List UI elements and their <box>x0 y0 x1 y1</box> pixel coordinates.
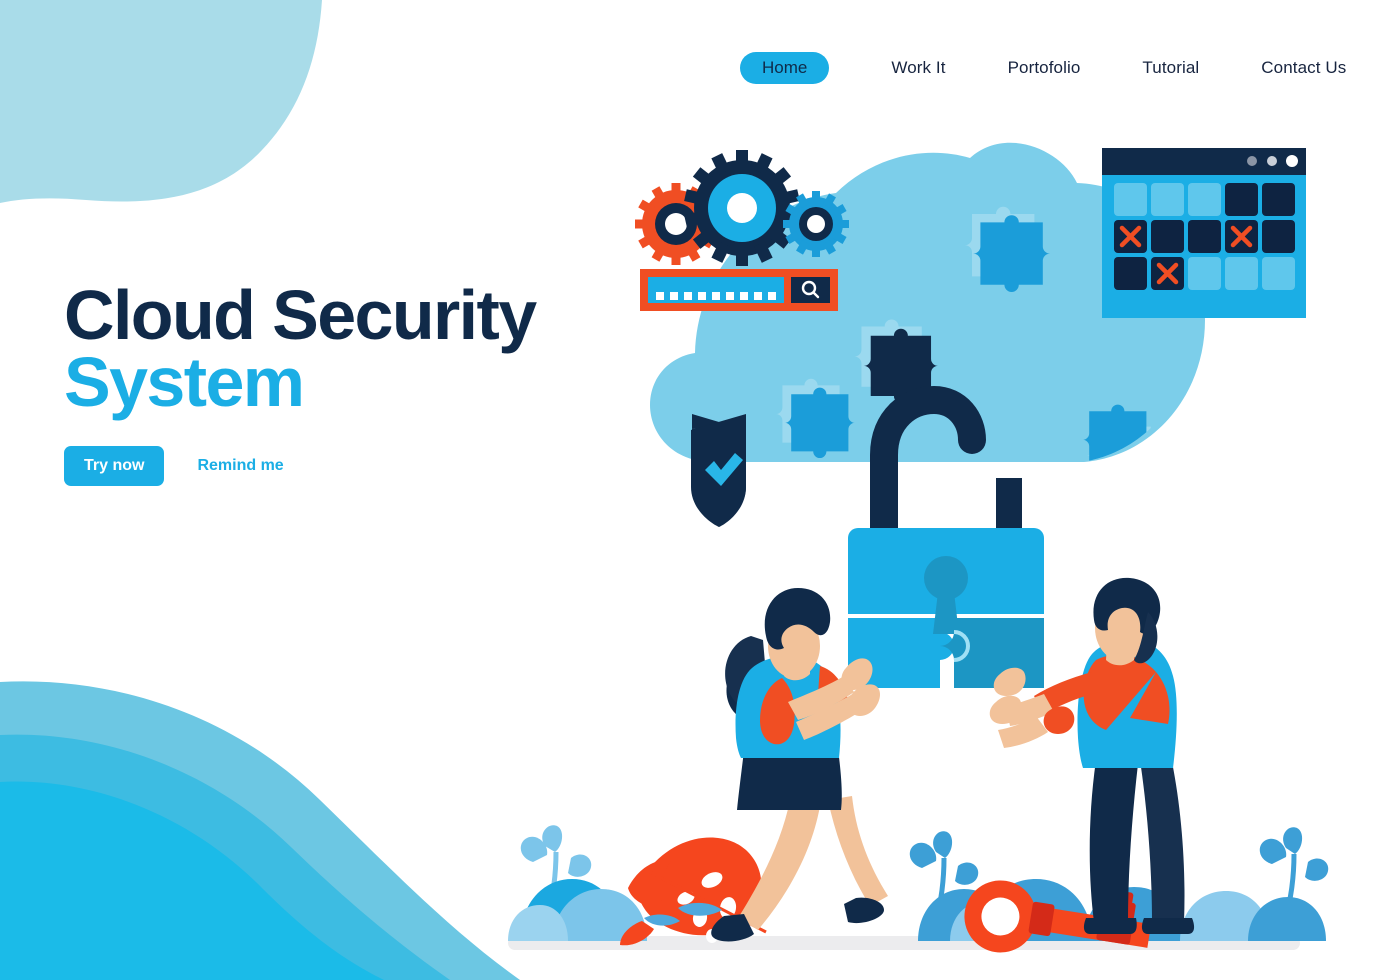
password-dots <box>656 292 776 300</box>
page-title-line2: System <box>64 343 305 422</box>
hero-illustration <box>0 0 1384 980</box>
shield-check-icon <box>691 414 746 527</box>
nav-item-portofolio[interactable]: Portofolio <box>1008 58 1081 78</box>
window-dot-1 <box>1247 156 1257 166</box>
browser-window <box>1102 148 1306 318</box>
page-root: Home Work It Portofolio Tutorial Contact… <box>0 0 1384 980</box>
page-title: Cloud Security System <box>64 280 584 422</box>
remind-me-button[interactable]: Remind me <box>197 458 283 474</box>
try-now-button[interactable]: Try now <box>64 446 165 487</box>
nav-item-home[interactable]: Home <box>740 52 830 84</box>
window-dot-3 <box>1286 155 1298 167</box>
nav-item-contact-us[interactable]: Contact Us <box>1261 58 1346 78</box>
hero-actions: Try now Remind me <box>64 446 584 487</box>
gears-group <box>635 150 849 266</box>
nav-item-work-it[interactable]: Work It <box>891 58 945 78</box>
puzzle-piece-4 <box>1082 404 1158 462</box>
hero-section: Cloud Security System Try now Remind me <box>64 280 584 487</box>
window-dot-2 <box>1267 156 1277 166</box>
main-navigation: Home Work It Portofolio Tutorial Contact… <box>740 50 1346 86</box>
nav-item-tutorial[interactable]: Tutorial <box>1142 58 1199 78</box>
search-bar[interactable] <box>640 269 838 311</box>
